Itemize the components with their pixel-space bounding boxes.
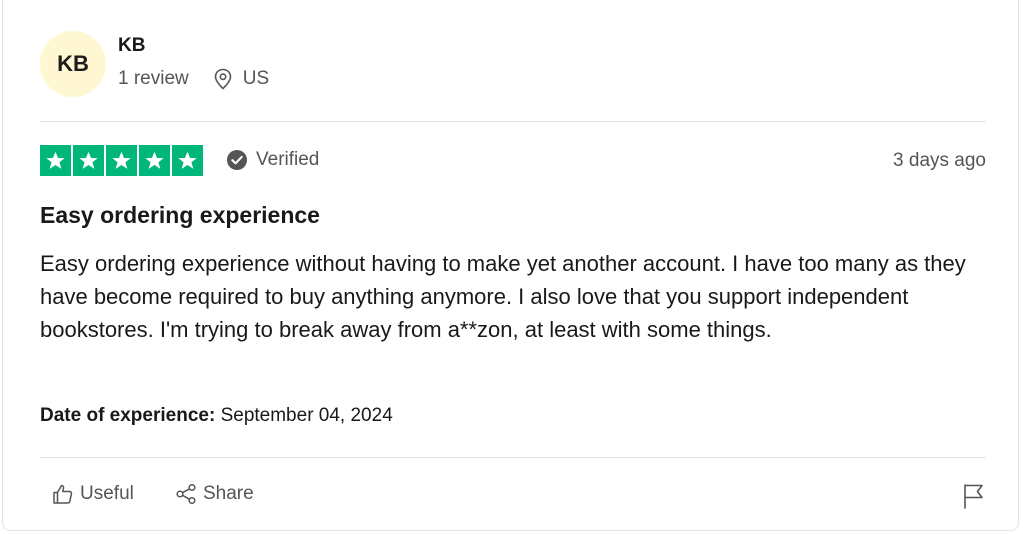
review-title[interactable]: Easy ordering experience — [40, 202, 320, 229]
consumer-meta: 1 review US — [118, 68, 269, 90]
star-icon — [73, 145, 104, 176]
flag-icon[interactable] — [962, 483, 986, 509]
consumer-country: US — [242, 68, 270, 89]
star-icon — [106, 145, 137, 176]
verified-check-icon — [227, 150, 247, 170]
divider — [40, 457, 986, 458]
star-icon — [40, 145, 71, 176]
star-icon — [139, 145, 170, 176]
star-rating — [40, 145, 203, 176]
avatar[interactable]: KB — [40, 31, 106, 97]
consumer-name[interactable]: KB — [118, 35, 145, 57]
experience-label: Date of experience: — [40, 405, 216, 426]
star-icon — [172, 145, 203, 176]
review-actions: Useful Share — [40, 483, 986, 515]
thumbs-up-icon — [53, 484, 73, 504]
useful-button[interactable]: Useful — [52, 483, 134, 505]
verified-label: Verified — [256, 149, 320, 170]
review-text: Easy ordering experience without having … — [40, 251, 966, 342]
useful-label: Useful — [80, 483, 134, 504]
experience-date: September 04, 2024 — [220, 405, 393, 426]
rating-row: Verified 3 days ago — [40, 145, 986, 177]
share-label: Share — [203, 483, 254, 504]
date-of-experience: Date of experience: September 04, 2024 — [40, 405, 393, 427]
review-card: KB KB 1 review US Verified 3 days ago Ea… — [2, 0, 1019, 531]
review-count: 1 review — [118, 68, 189, 89]
location-pin-icon — [214, 68, 232, 90]
share-button[interactable]: Share — [175, 483, 254, 505]
verified-badge[interactable]: Verified — [227, 149, 319, 171]
date-posted: 3 days ago — [893, 150, 986, 171]
share-icon — [176, 483, 196, 505]
divider — [40, 121, 986, 122]
consumer-header: KB KB 1 review US — [40, 31, 986, 99]
